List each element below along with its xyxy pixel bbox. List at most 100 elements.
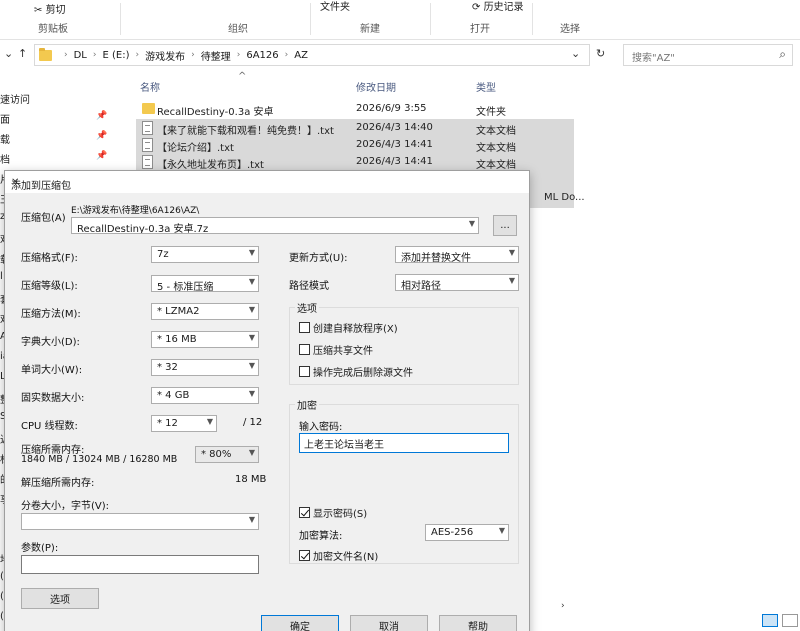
nav-item[interactable]: 面	[0, 111, 10, 126]
cancel-button[interactable]: 取消	[350, 615, 428, 631]
new-folder-label[interactable]: 文件夹	[320, 0, 350, 13]
help-button[interactable]: 帮助	[439, 615, 517, 631]
options-group-title: 选项	[295, 300, 319, 315]
scroll-right-icon[interactable]: ›	[561, 601, 565, 611]
file-type: 文本文档	[476, 160, 516, 171]
shared-checkbox[interactable]: 压缩共享文件	[299, 342, 373, 357]
file-type: 文本文档	[476, 126, 516, 137]
crumb-6a126[interactable]: 6A126	[246, 50, 278, 61]
ribbon-divider	[430, 3, 431, 35]
checkbox-checked	[299, 550, 310, 561]
tiles-view-icon[interactable]	[782, 614, 798, 627]
encryption-method-value: AES-256	[431, 527, 474, 538]
delete-source-checkbox[interactable]: 操作完成后删除源文件	[299, 364, 413, 379]
level-combo[interactable]: 5 - 标准压缩 ▼	[151, 275, 259, 292]
open-group-label: 打开	[470, 24, 490, 35]
refresh-icon[interactable]: ↻	[596, 47, 605, 60]
decompress-memory-value: 18 MB	[235, 474, 267, 485]
file-row[interactable]: RecallDestiny-0.3a 安卓 2026/6/9 3:55 文件夹	[136, 100, 574, 119]
column-date[interactable]: 修改日期	[356, 79, 396, 94]
solid-label: 固实数据大小:	[21, 393, 85, 404]
chevron-down-icon: ▼	[248, 361, 255, 370]
dict-combo[interactable]: * 16 MB ▼	[151, 331, 259, 348]
column-name[interactable]: 名称	[140, 79, 160, 94]
encrypt-names-label: 加密文件名(N)	[313, 552, 379, 563]
crumb-drive[interactable]: E (E:)	[103, 50, 130, 61]
show-password-label: 显示密码(S)	[313, 509, 368, 520]
close-icon[interactable]: ✕	[11, 177, 521, 188]
address-breadcrumb[interactable]: › DL › E (E:) › 游戏发布 › 待整理 › 6A126 › AZ	[34, 44, 590, 66]
nav-item[interactable]: l	[0, 271, 3, 282]
chevron-down-icon: ▼	[508, 276, 515, 285]
crumb-pending[interactable]: 待整理	[201, 48, 231, 63]
cpu-combo[interactable]: * 12 ▼	[151, 415, 217, 432]
file-date: 2026/4/3 14:40	[356, 122, 433, 133]
dialog-titlebar[interactable]: 添加到压缩包 ✕	[5, 171, 529, 193]
text-file-icon	[142, 155, 153, 169]
file-date: 2026/4/3 14:41	[356, 156, 433, 167]
column-type[interactable]: 类型	[476, 79, 496, 94]
options-button[interactable]: 选项	[21, 588, 99, 609]
show-password-checkbox[interactable]: 显示密码(S)	[299, 505, 367, 520]
file-date: 2026/4/3 14:41	[356, 139, 433, 150]
sort-up-icon: ^	[238, 71, 247, 82]
pin-icon: 📌	[96, 111, 108, 121]
organize-group-label: 组织	[228, 24, 248, 35]
params-input[interactable]	[21, 555, 259, 574]
sfx-checkbox[interactable]: 创建自释放程序(X)	[299, 320, 398, 335]
path-mode-value: 相对路径	[401, 281, 441, 291]
memory-percent-combo[interactable]: * 80% ▼	[195, 446, 259, 463]
archive-label: 压缩包(A)	[21, 213, 66, 224]
password-input[interactable]: 上老王论坛当老王	[299, 433, 509, 453]
solid-value: * 4 GB	[157, 390, 190, 401]
chevron-right-icon: ›	[64, 50, 68, 60]
search-input[interactable]: 搜索"AZ" ⌕	[623, 44, 793, 66]
method-label: 压缩方法(M):	[21, 309, 81, 320]
chevron-down-icon: ▼	[248, 515, 255, 524]
solid-combo[interactable]: * 4 GB ▼	[151, 387, 259, 404]
encrypt-names-checkbox[interactable]: 加密文件名(N)	[299, 548, 378, 563]
pin-icon: 📌	[96, 131, 108, 141]
chevron-down-icon: ▼	[248, 333, 255, 342]
pin-icon: 📌	[96, 151, 108, 161]
encryption-method-label: 加密算法:	[299, 531, 343, 542]
nav-item[interactable]: 载	[0, 131, 10, 146]
ok-button[interactable]: 确定	[261, 615, 339, 631]
path-mode-combo[interactable]: 相对路径 ▼	[395, 274, 519, 291]
new-group-label: 新建	[360, 24, 380, 35]
archive-name-combo[interactable]: RecallDestiny-0.3a 安卓.7z ▼	[71, 217, 479, 234]
add-to-archive-dialog: 添加到压缩包 ✕ 压缩包(A) E:\游戏发布\待整理\6A126\AZ\ Re…	[4, 170, 530, 631]
chevron-down-icon: ▼	[248, 448, 255, 457]
details-view-icon[interactable]	[762, 614, 778, 627]
password-label: 输入密码:	[299, 422, 343, 433]
dict-label: 字典大小(D):	[21, 337, 80, 348]
level-label: 压缩等级(L):	[21, 281, 78, 292]
up-arrow-icon[interactable]: ↑	[18, 47, 27, 60]
text-file-icon	[142, 121, 153, 135]
chevron-down-icon: ▼	[498, 526, 505, 535]
file-name: 【永久地址发布页】.txt	[157, 160, 264, 171]
folder-icon	[39, 47, 52, 61]
format-label: 压缩格式(F):	[21, 253, 78, 264]
history-button[interactable]: ⟳ 历史记录	[472, 0, 524, 13]
nav-item[interactable]: 档	[0, 151, 10, 166]
crumb-az[interactable]: AZ	[294, 50, 308, 61]
nav-quick-access[interactable]: 速访问	[0, 91, 30, 106]
format-combo[interactable]: 7z ▼	[151, 246, 259, 263]
update-combo[interactable]: 添加并替换文件 ▼	[395, 246, 519, 263]
update-value: 添加并替换文件	[401, 253, 471, 263]
address-dropdown-icon[interactable]: ⌄	[571, 47, 580, 60]
browse-button[interactable]: ...	[493, 215, 517, 236]
encryption-method-combo[interactable]: AES-256 ▼	[425, 524, 509, 541]
crumb-release[interactable]: 游戏发布	[145, 48, 185, 63]
chevron-down-icon: ▼	[468, 219, 475, 228]
split-combo[interactable]: ▼	[21, 513, 259, 530]
cut-button[interactable]: ✂ 剪切	[34, 1, 66, 16]
ribbon-divider	[532, 3, 533, 35]
word-combo[interactable]: * 32 ▼	[151, 359, 259, 376]
history-label: 历史记录	[483, 2, 524, 13]
method-combo[interactable]: * LZMA2 ▼	[151, 303, 259, 320]
chevron-down-icon[interactable]: ⌄	[4, 47, 13, 60]
crumb-dl[interactable]: DL	[74, 50, 87, 61]
cpu-total: / 12	[243, 417, 263, 428]
